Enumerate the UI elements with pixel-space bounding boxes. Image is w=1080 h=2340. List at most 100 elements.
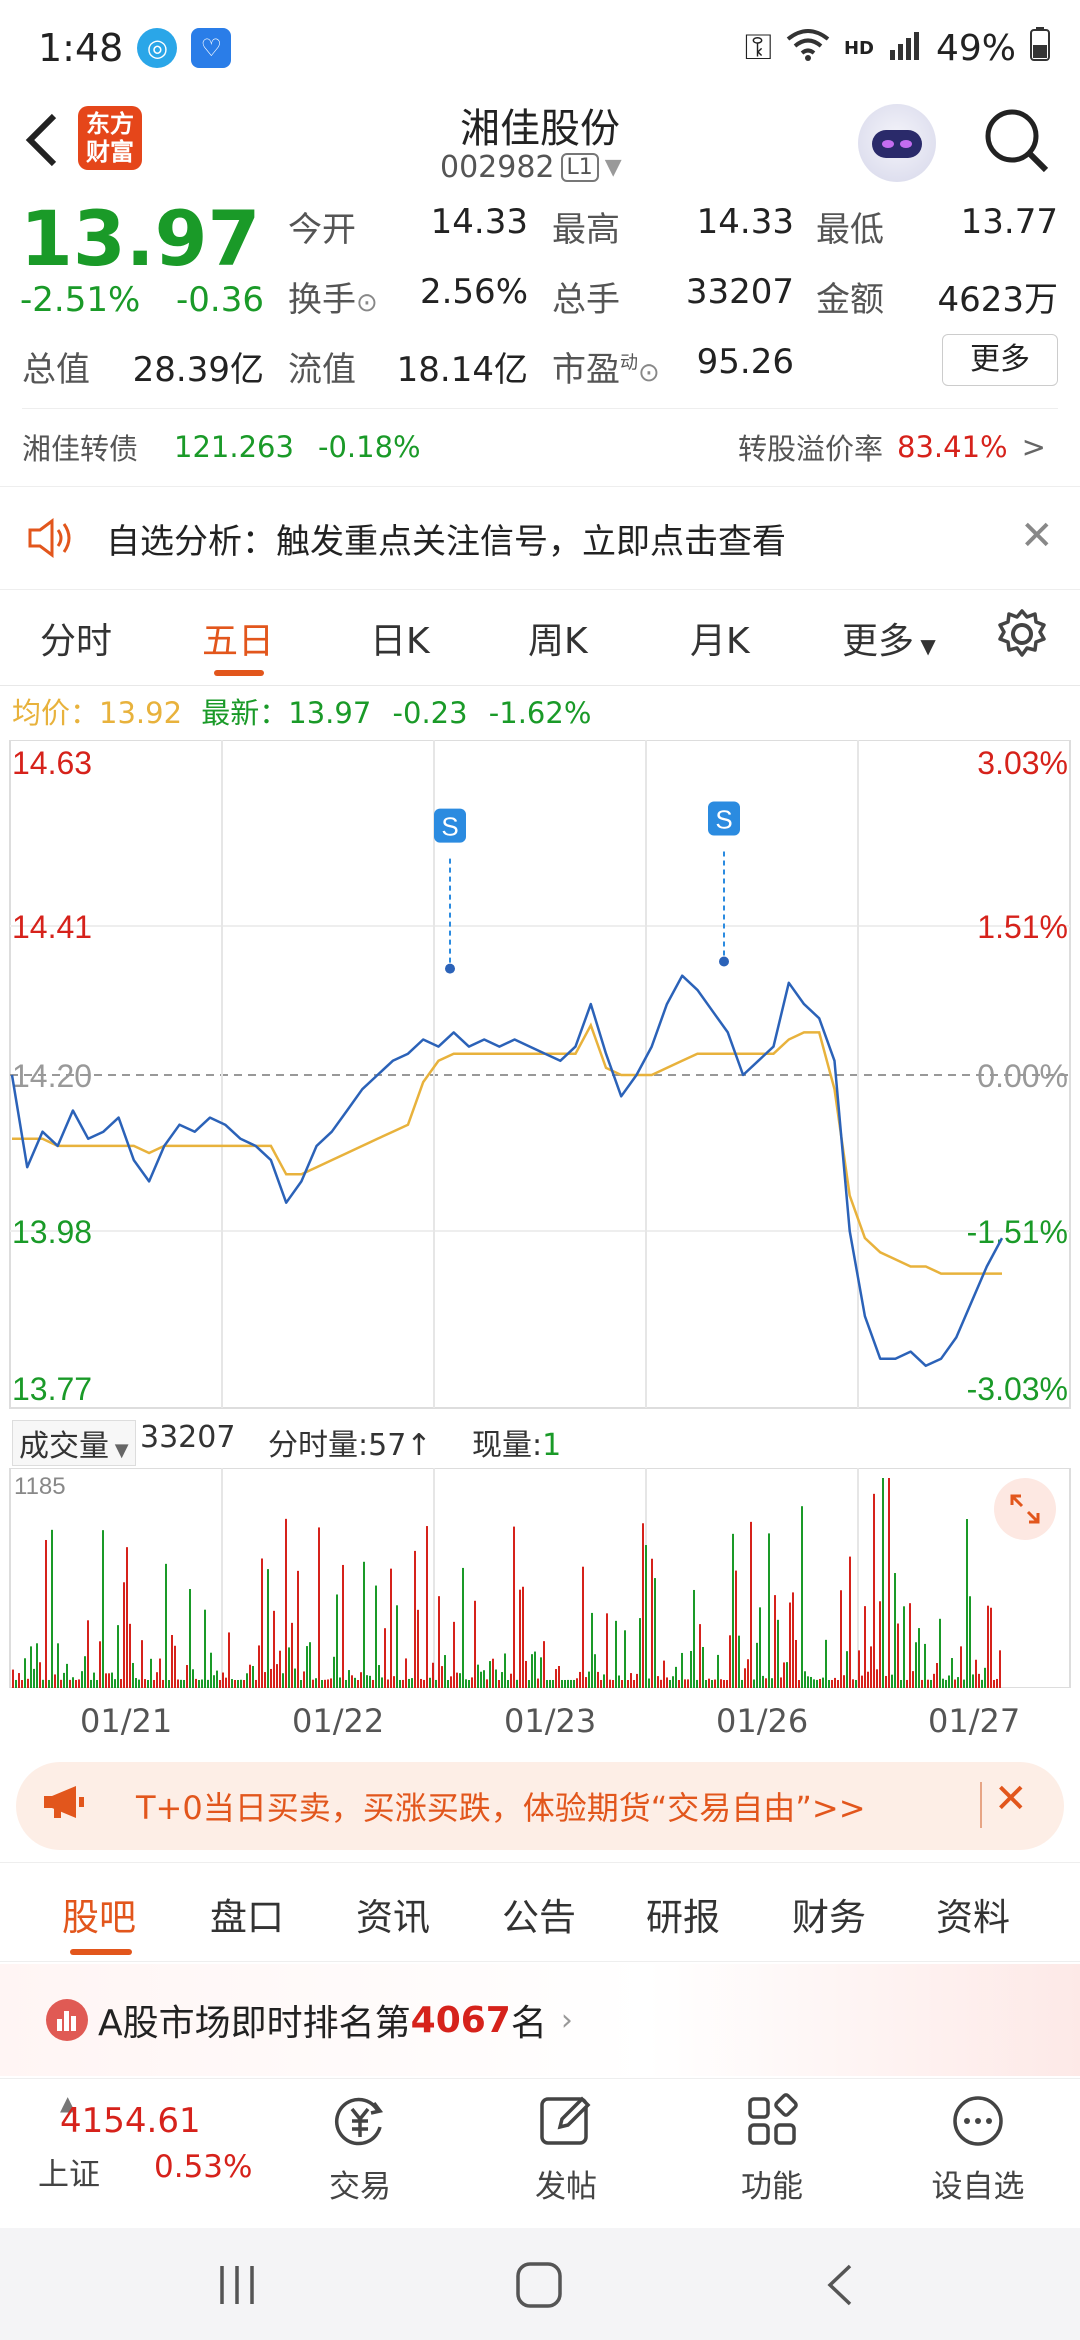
pe-value: 95.26	[696, 342, 794, 382]
tab-news[interactable]: 资讯	[356, 1887, 430, 1941]
nav-trade[interactable]: 交易	[290, 2091, 430, 2206]
stock-code-row[interactable]: 002982 L1 ▼	[440, 150, 622, 185]
volume-bar	[363, 1561, 365, 1688]
volume-bar	[795, 1639, 797, 1688]
volume-bar	[180, 1679, 182, 1688]
date-label: 01/27	[928, 1702, 1021, 1740]
y-axis-label-right: 0.00%	[977, 1058, 1068, 1094]
volume-bar	[591, 1612, 593, 1688]
volume-bar	[555, 1669, 557, 1688]
volume-bar	[537, 1678, 539, 1688]
low-value: 13.77	[960, 202, 1058, 242]
more-button[interactable]: 更多	[942, 334, 1058, 386]
premium-row[interactable]: 转股溢价率 83.41% >	[738, 426, 1046, 468]
latest-change: -0.23	[392, 696, 468, 730]
index-change[interactable]: 0.53%	[154, 2149, 252, 2185]
rank-number: 4067	[410, 1999, 511, 2041]
index-name[interactable]: 上证	[38, 2149, 100, 2194]
robot-assistant-icon[interactable]	[858, 104, 936, 182]
volume-bar	[639, 1618, 641, 1688]
notice-text: 自选分析：触发重点关注信号，立即点击查看	[106, 521, 786, 562]
nav-functions[interactable]: 功能	[702, 2091, 842, 2206]
tab-research[interactable]: 研报	[646, 1887, 720, 1941]
volume-bar	[951, 1658, 953, 1688]
close-icon[interactable]: ✕	[1020, 513, 1054, 559]
market-rank-banner[interactable]: A股市场即时排名第 4067 名 ›	[0, 1964, 1080, 2076]
bond-row[interactable]: 湘佳转债 121.263 -0.18%	[22, 426, 421, 468]
volume-chart-svg: 1185	[9, 1467, 1071, 1689]
content-tabs: 股吧 盘口 资讯 公告 研报 财务 资料	[0, 1862, 1080, 1962]
tab-guba[interactable]: 股吧	[62, 1887, 136, 1941]
volume-bar	[993, 1679, 995, 1688]
level-badge: L1	[560, 153, 599, 182]
index-value[interactable]: 4154.61	[60, 2101, 201, 2141]
volume-bar	[651, 1558, 653, 1688]
volume-bar	[801, 1506, 803, 1688]
volume-bar	[372, 1679, 374, 1688]
volume-bar	[186, 1665, 188, 1688]
volume-bar	[546, 1680, 548, 1688]
mktcap-label: 总值	[22, 350, 90, 390]
nav-add-watchlist-label: 设自选	[931, 2169, 1025, 2205]
search-icon[interactable]	[982, 106, 1052, 180]
volume-bar	[114, 1679, 116, 1688]
volume-bar	[921, 1679, 923, 1688]
nav-post[interactable]: 发帖	[496, 2091, 636, 2206]
rank-prefix: A股市场即时排名第	[98, 2003, 411, 2044]
nav-add-watchlist[interactable]: 设自选	[908, 2091, 1048, 2206]
volume-bar	[168, 1680, 170, 1688]
tab-pankou[interactable]: 盘口	[210, 1887, 284, 1941]
expand-chart-icon[interactable]	[994, 1478, 1056, 1540]
tab-intraday[interactable]: 分时	[40, 612, 112, 664]
back-icon[interactable]	[22, 110, 62, 184]
volume-bar	[528, 1680, 530, 1688]
tab-announcements[interactable]: 公告	[502, 1887, 576, 1941]
tab-monthly-k[interactable]: 月K	[690, 612, 750, 664]
tab-daily-k[interactable]: 日K	[370, 612, 430, 664]
tab-weekly-k[interactable]: 周K	[528, 612, 588, 664]
settings-gear-icon[interactable]	[996, 608, 1048, 669]
volume-bar	[807, 1676, 809, 1688]
info-icon[interactable]: ⊙	[356, 288, 378, 318]
volume-bar	[369, 1675, 371, 1688]
avg-label: 均价：	[12, 696, 100, 730]
volume-bar	[72, 1677, 74, 1688]
promo-banner[interactable]: T+0当日买卖，买涨买跌，体验期货“交易自由”>> ✕	[16, 1762, 1064, 1850]
tab-finance[interactable]: 财务	[792, 1887, 866, 1941]
volume-bar	[894, 1573, 896, 1688]
minute-volume: 分时量:57↑	[268, 1428, 432, 1463]
notice-bar[interactable]: 自选分析：触发重点关注信号，立即点击查看 ✕	[0, 486, 1080, 590]
tab-more[interactable]: 更多 ▼	[842, 612, 936, 664]
volume-bar	[645, 1545, 647, 1688]
volume-bar	[312, 1679, 314, 1688]
close-icon[interactable]: ✕	[994, 1776, 1028, 1822]
home-icon[interactable]	[514, 2260, 564, 2314]
open-label: 今开	[288, 210, 356, 250]
volume-bar	[450, 1676, 452, 1688]
volume-bar	[60, 1679, 62, 1688]
back-nav-icon[interactable]	[822, 2262, 858, 2312]
tab-five-day[interactable]: 五日	[202, 612, 274, 664]
volume-bar	[252, 1665, 254, 1688]
date-axis: 01/21 01/22 01/23 01/26 01/27	[0, 1694, 1080, 1744]
tab-profile[interactable]: 资料	[936, 1887, 1010, 1941]
volume-bar	[594, 1654, 596, 1688]
recent-apps-icon[interactable]	[214, 2262, 260, 2312]
volume-bar	[966, 1519, 968, 1688]
volume-bar	[939, 1618, 941, 1688]
volume-bar	[744, 1668, 746, 1688]
price-chart-svg: 14.63 14.41 14.20 13.98 13.77 3.03% 1.51% 0.00%…	[9, 739, 1071, 1409]
volume-bar	[21, 1679, 23, 1688]
volume-chart[interactable]: 1185	[0, 1467, 1080, 1689]
volume-bar	[36, 1643, 38, 1688]
volume-bar	[834, 1677, 836, 1688]
volume-bar	[681, 1652, 683, 1688]
volume-bar	[738, 1635, 740, 1688]
volume-bar	[708, 1678, 710, 1688]
price-chart[interactable]: 14.63 14.41 14.20 13.98 13.77 3.03% 1.51% 0.00%…	[0, 739, 1080, 1410]
volume-bar	[234, 1679, 236, 1688]
volume-bar	[879, 1601, 881, 1688]
volume-bar	[600, 1679, 602, 1688]
volume-selector[interactable]: 成交量 ▼	[12, 1420, 136, 1466]
volume-bar	[516, 1679, 518, 1688]
